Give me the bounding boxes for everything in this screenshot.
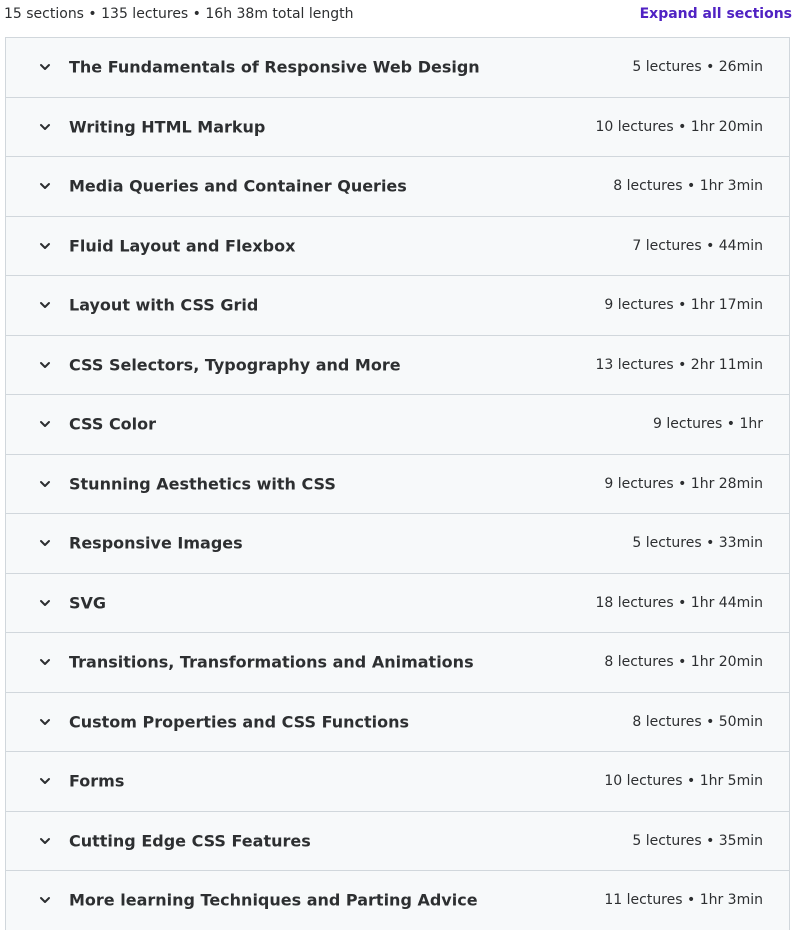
chevron-down-icon (38, 715, 52, 729)
section-lecture-info: 5 lectures • 35min (632, 832, 763, 849)
chevron-down-icon (38, 774, 52, 788)
curriculum-section-7[interactable]: CSS Color 9 lectures • 1hr (6, 395, 789, 455)
section-title: CSS Selectors, Typography and More (69, 355, 401, 375)
section-title: Custom Properties and CSS Functions (69, 712, 410, 732)
section-lecture-info: 10 lectures • 1hr 20min (595, 118, 763, 135)
curriculum-section-5[interactable]: Layout with CSS Grid 9 lectures • 1hr 17… (6, 276, 789, 336)
section-title: CSS Color (69, 414, 157, 434)
curriculum-summary-bar: 15 sections • 135 lectures • 16h 38m tot… (0, 0, 792, 32)
expand-all-sections-button[interactable]: Expand all sections (640, 6, 792, 22)
chevron-down-icon (38, 655, 52, 669)
curriculum-section-10[interactable]: SVG 18 lectures • 1hr 44min (6, 573, 789, 633)
section-title: Writing HTML Markup (69, 117, 266, 137)
chevron-down-icon (38, 477, 52, 491)
section-lecture-info: 9 lectures • 1hr 17min (604, 297, 763, 314)
section-title: Transitions, Transformations and Animati… (69, 652, 474, 672)
chevron-down-icon (38, 536, 52, 550)
curriculum-section-6[interactable]: CSS Selectors, Typography and More 13 le… (6, 335, 789, 395)
section-lecture-info: 8 lectures • 50min (632, 713, 763, 730)
curriculum-section-12[interactable]: Custom Properties and CSS Functions 8 le… (6, 692, 789, 752)
chevron-down-icon (38, 60, 52, 74)
curriculum-section-list: The Fundamentals of Responsive Web Desig… (5, 37, 790, 930)
chevron-down-icon (38, 893, 52, 907)
section-lecture-info: 9 lectures • 1hr 28min (604, 475, 763, 492)
section-title: More learning Techniques and Parting Adv… (69, 890, 478, 910)
section-title: Responsive Images (69, 533, 243, 553)
section-title: SVG (69, 593, 107, 613)
section-title: Forms (69, 771, 125, 791)
chevron-down-icon (38, 120, 52, 134)
curriculum-summary-text: 15 sections • 135 lectures • 16h 38m tot… (4, 6, 354, 22)
section-lecture-info: 7 lectures • 44min (632, 237, 763, 254)
curriculum-section-15[interactable]: More learning Techniques and Parting Adv… (6, 871, 789, 930)
section-lecture-info: 5 lectures • 26min (632, 59, 763, 76)
section-title: Layout with CSS Grid (69, 295, 259, 315)
section-title: Media Queries and Container Queries (69, 176, 407, 196)
curriculum-section-2[interactable]: Writing HTML Markup 10 lectures • 1hr 20… (6, 97, 789, 157)
chevron-down-icon (38, 417, 52, 431)
curriculum-section-9[interactable]: Responsive Images 5 lectures • 33min (6, 514, 789, 574)
chevron-down-icon (38, 834, 52, 848)
section-title: The Fundamentals of Responsive Web Desig… (69, 57, 480, 77)
section-title: Stunning Aesthetics with CSS (69, 474, 336, 494)
section-title: Fluid Layout and Flexbox (69, 236, 296, 256)
chevron-down-icon (38, 179, 52, 193)
curriculum-section-4[interactable]: Fluid Layout and Flexbox 7 lectures • 44… (6, 216, 789, 276)
section-lecture-info: 18 lectures • 1hr 44min (595, 594, 763, 611)
chevron-down-icon (38, 239, 52, 253)
section-title: Cutting Edge CSS Features (69, 831, 311, 851)
curriculum-section-11[interactable]: Transitions, Transformations and Animati… (6, 633, 789, 693)
curriculum-section-3[interactable]: Media Queries and Container Queries 8 le… (6, 157, 789, 217)
section-lecture-info: 13 lectures • 2hr 11min (595, 356, 763, 373)
section-lecture-info: 8 lectures • 1hr 20min (604, 654, 763, 671)
section-lecture-info: 10 lectures • 1hr 5min (604, 773, 763, 790)
section-lecture-info: 5 lectures • 33min (632, 535, 763, 552)
chevron-down-icon (38, 358, 52, 372)
section-lecture-info: 8 lectures • 1hr 3min (613, 178, 763, 195)
chevron-down-icon (38, 298, 52, 312)
curriculum-section-13[interactable]: Forms 10 lectures • 1hr 5min (6, 752, 789, 812)
section-lecture-info: 11 lectures • 1hr 3min (604, 892, 763, 909)
curriculum-section-8[interactable]: Stunning Aesthetics with CSS 9 lectures … (6, 454, 789, 514)
chevron-down-icon (38, 596, 52, 610)
curriculum-section-1[interactable]: The Fundamentals of Responsive Web Desig… (6, 38, 789, 98)
curriculum-section-14[interactable]: Cutting Edge CSS Features 5 lectures • 3… (6, 811, 789, 871)
section-lecture-info: 9 lectures • 1hr (653, 416, 763, 433)
